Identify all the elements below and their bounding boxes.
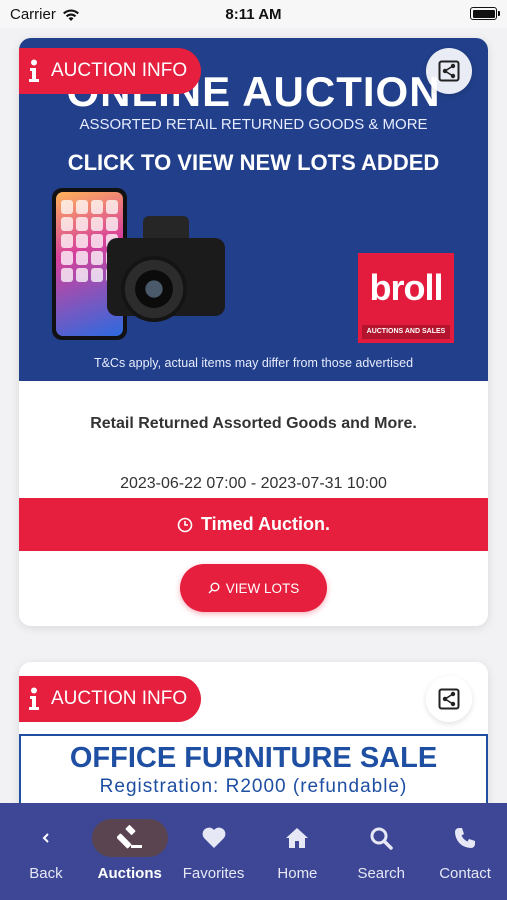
auction-type-label: Timed Auction. — [200, 514, 330, 534]
auction-card[interactable]: AUCTION INFO ONLINE AUCTION ASSORTED RET… — [19, 38, 488, 626]
tab-contact[interactable]: Contact — [423, 803, 507, 900]
tab-back-label: Back — [29, 865, 63, 882]
auction-card[interactable]: AUCTION INFO OFFICE FURNITURE SALE Regis… — [19, 662, 488, 803]
info-icon — [27, 687, 41, 711]
gavel-icon — [116, 825, 142, 849]
banner-subline: ASSORTED RETAIL RETURNED GOODS & MORE — [79, 116, 428, 133]
auction-info-label: AUCTION INFO — [51, 688, 188, 709]
banner-cta: CLICK TO VIEW NEW LOTS ADDED — [67, 150, 440, 175]
tab-home-label: Home — [277, 865, 318, 882]
bottom-tab-bar: Back Auctions Favorites Home Search Cont… — [0, 803, 507, 900]
tab-contact-label: Contact — [439, 865, 491, 882]
phone-icon — [455, 828, 476, 848]
auction-list[interactable]: AUCTION INFO ONLINE AUCTION ASSORTED RET… — [0, 28, 507, 803]
banner-disclaimer: T&Cs apply, actual items may differ from… — [93, 356, 414, 370]
tab-back[interactable]: Back — [4, 803, 88, 900]
share-button[interactable] — [426, 676, 472, 722]
view-lots-label: VIEW LOTS — [225, 580, 300, 596]
search-icon — [208, 582, 220, 594]
auction-type-bar: Timed Auction. — [19, 498, 488, 551]
share-icon — [438, 688, 460, 710]
tab-search[interactable]: Search — [339, 803, 423, 900]
search-icon — [370, 827, 393, 850]
broll-logo: broll AUCTIONS AND SALES — [358, 253, 454, 343]
status-bar: Carrier 8:11 AM — [0, 0, 507, 28]
camera-image — [107, 216, 225, 322]
banner-headline: OFFICE FURNITURE SALE — [69, 742, 438, 774]
auction-info-button[interactable]: AUCTION INFO — [19, 676, 202, 722]
heart-icon — [202, 827, 225, 848]
share-icon — [438, 60, 460, 82]
view-lots-button[interactable]: VIEW LOTS — [180, 564, 327, 612]
chevron-left-icon — [42, 833, 49, 843]
tab-favorites-label: Favorites — [182, 865, 245, 882]
tab-favorites[interactable]: Favorites — [172, 803, 256, 900]
share-button[interactable] — [426, 48, 472, 94]
auction-title: Retail Returned Assorted Goods and More. — [90, 415, 417, 432]
tab-auctions-label: Auctions — [97, 865, 162, 882]
broll-logo-text: broll — [369, 267, 444, 308]
auction-dates: 2023-06-22 07:00 - 2023-07-31 10:00 — [120, 475, 387, 492]
clock: 8:11 AM — [225, 6, 282, 23]
info-icon — [27, 59, 41, 83]
battery-icon — [470, 7, 500, 20]
banner-subline: Registration: R2000 (refundable) — [99, 776, 408, 797]
auction-info-button[interactable]: AUCTION INFO — [19, 48, 202, 94]
tab-auctions[interactable]: Auctions — [88, 803, 172, 900]
home-icon — [286, 828, 309, 848]
clock-icon — [177, 517, 193, 532]
tab-home[interactable]: Home — [255, 803, 339, 900]
broll-logo-tag: AUCTIONS AND SALES — [362, 325, 450, 339]
tab-search-label: Search — [357, 865, 405, 882]
auction-banner-image[interactable]: OFFICE FURNITURE SALE Registration: R200… — [19, 734, 488, 803]
auction-info-label: AUCTION INFO — [51, 60, 188, 81]
